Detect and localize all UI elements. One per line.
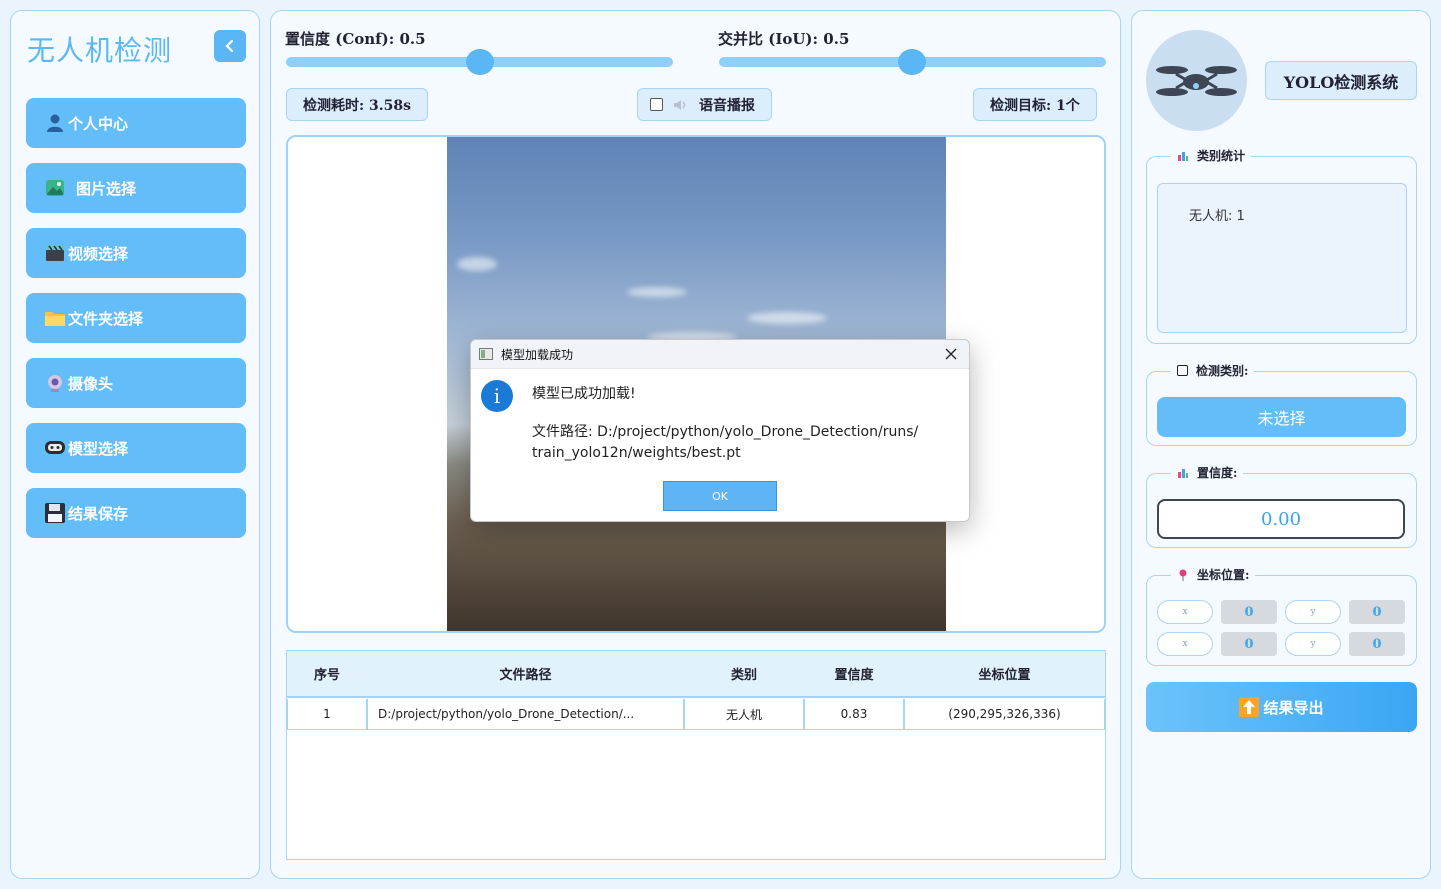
export-results-button[interactable]: 结果导出 (1146, 682, 1417, 732)
class-stats-box: 无人机: 1 (1157, 183, 1407, 333)
dialog-close-button[interactable] (941, 344, 961, 364)
detect-class-legend: 检测类别: (1171, 362, 1255, 379)
column-header[interactable]: 类别 (684, 651, 804, 696)
coordinates-legend: 坐标位置: (1171, 566, 1256, 583)
confidence-value: 0.00 (1157, 499, 1405, 539)
nav-label: 个人中心 (68, 114, 129, 133)
coord-y2-value: 0 (1349, 632, 1405, 656)
table-header: 序号 文件路径 类别 置信度 坐标位置 (287, 651, 1105, 698)
cell-coordinates: (290,295,326,336) (904, 699, 1105, 730)
person-icon (44, 112, 66, 134)
class-stats-group: 类别统计 无人机: 1 (1146, 147, 1417, 344)
webcam-icon (44, 372, 66, 394)
window-icon (479, 348, 493, 360)
floppy-disk-icon (44, 502, 66, 524)
coord-x2-label: x (1157, 632, 1213, 656)
column-header[interactable]: 文件路径 (367, 651, 684, 696)
class-stats-text: 无人机: 1 (1189, 209, 1245, 224)
nav-label: 视频选择 (68, 244, 129, 263)
confidence-legend: 置信度: (1171, 464, 1244, 481)
nav-folder-select[interactable]: 文件夹选择 (26, 293, 246, 343)
cell-class: 无人机 (684, 699, 804, 730)
coord-x1-label: x (1157, 600, 1213, 624)
nav-label: 图片选择 (76, 179, 137, 198)
coord-y1-value: 0 (1349, 600, 1405, 624)
iou-slider-label: 交并比 (IoU): 0.5 (718, 30, 850, 48)
chevron-left-icon (225, 39, 234, 53)
results-table: 序号 文件路径 类别 置信度 坐标位置 1 D:/project/python/… (286, 650, 1106, 860)
coordinates-group: 坐标位置: x 0 y 0 x 0 y 0 (1146, 566, 1417, 666)
nav-model-select[interactable]: 模型选择 (26, 423, 246, 473)
class-stats-legend: 类别统计 (1171, 147, 1252, 164)
cell-confidence: 0.83 (804, 699, 904, 730)
table-row[interactable]: 1 D:/project/python/yolo_Drone_Detection… (287, 699, 1105, 730)
bar-chart-icon (1178, 151, 1188, 161)
image-icon (44, 177, 66, 199)
close-icon (945, 348, 957, 360)
voice-broadcast-toggle[interactable]: 语音播报 (637, 88, 772, 121)
dialog-path-line: 文件路径: D:/project/python/yolo_Drone_Detec… (532, 424, 919, 440)
speaker-icon (674, 99, 686, 110)
coord-x2-value: 0 (1221, 632, 1277, 656)
dialog-message: 模型已成功加载! (532, 386, 636, 402)
detect-class-group: 检测类别: 未选择 (1146, 362, 1417, 446)
confidence-group: 置信度: 0.00 (1146, 464, 1417, 548)
drone-logo (1146, 30, 1247, 131)
clapperboard-icon (44, 242, 66, 264)
dialog-title: 模型加载成功 (501, 347, 574, 362)
detection-targets: 检测目标: 1个 (973, 88, 1097, 121)
system-title: YOLO检测系统 (1265, 61, 1417, 100)
nav-label: 模型选择 (68, 439, 129, 458)
model-icon (44, 437, 66, 459)
pin-icon (1179, 569, 1187, 581)
coord-y1-label: y (1285, 600, 1341, 624)
nav-video-select[interactable]: 视频选择 (26, 228, 246, 278)
voice-checkbox[interactable] (650, 98, 663, 111)
info-icon: i (481, 380, 513, 412)
nav-label: 结果保存 (68, 504, 129, 523)
cell-index: 1 (287, 699, 367, 730)
class-select-dropdown[interactable]: 未选择 (1157, 397, 1406, 437)
dialog-file-path: 文件路径: D:/project/python/yolo_Drone_Detec… (532, 422, 952, 464)
coord-y2-label: y (1285, 632, 1341, 656)
nav-camera[interactable]: 摄像头 (26, 358, 246, 408)
column-header[interactable]: 序号 (287, 651, 367, 696)
nav-personal-center[interactable]: 个人中心 (26, 98, 246, 148)
checkbox-icon (1177, 365, 1188, 376)
collapse-sidebar-button[interactable] (214, 30, 246, 62)
iou-slider-handle[interactable] (898, 49, 926, 75)
nav-label: 文件夹选择 (68, 309, 144, 328)
folder-icon (44, 307, 66, 329)
nav-save-results[interactable]: 结果保存 (26, 488, 246, 538)
model-loaded-dialog: 模型加载成功 i 模型已成功加载! 文件路径: D:/project/pytho… (470, 339, 970, 522)
sidebar: 无人机检测 个人中心 图片选择 视频选择 文件夹选择 摄像头 模型选择 结果保存 (10, 10, 260, 879)
right-panel: YOLO检测系统 类别统计 无人机: 1 检测类别: 未选择 置信度: 0.00… (1131, 10, 1431, 879)
detection-time: 检测耗时: 3.58s (286, 88, 429, 121)
conf-slider-label: 置信度 (Conf): 0.5 (285, 30, 426, 48)
app-title: 无人机检测 (27, 34, 173, 67)
dialog-path-line: train_yolo12n/weights/best.pt (532, 445, 741, 461)
upload-arrow-icon (1239, 697, 1260, 717)
column-header[interactable]: 坐标位置 (904, 651, 1105, 696)
coord-x1-value: 0 (1221, 600, 1277, 624)
conf-slider-handle[interactable] (466, 49, 494, 75)
cell-file-path: D:/project/python/yolo_Drone_Detection/.… (367, 699, 684, 730)
column-header[interactable]: 置信度 (804, 651, 904, 696)
bar-chart-icon (1178, 468, 1188, 478)
nav-image-select[interactable]: 图片选择 (26, 163, 246, 213)
nav-label: 摄像头 (68, 374, 114, 393)
dialog-titlebar[interactable]: 模型加载成功 (471, 340, 969, 369)
drone-icon (1156, 66, 1237, 96)
dialog-ok-button[interactable]: OK (663, 481, 777, 511)
voice-label: 语音播报 (699, 97, 755, 114)
